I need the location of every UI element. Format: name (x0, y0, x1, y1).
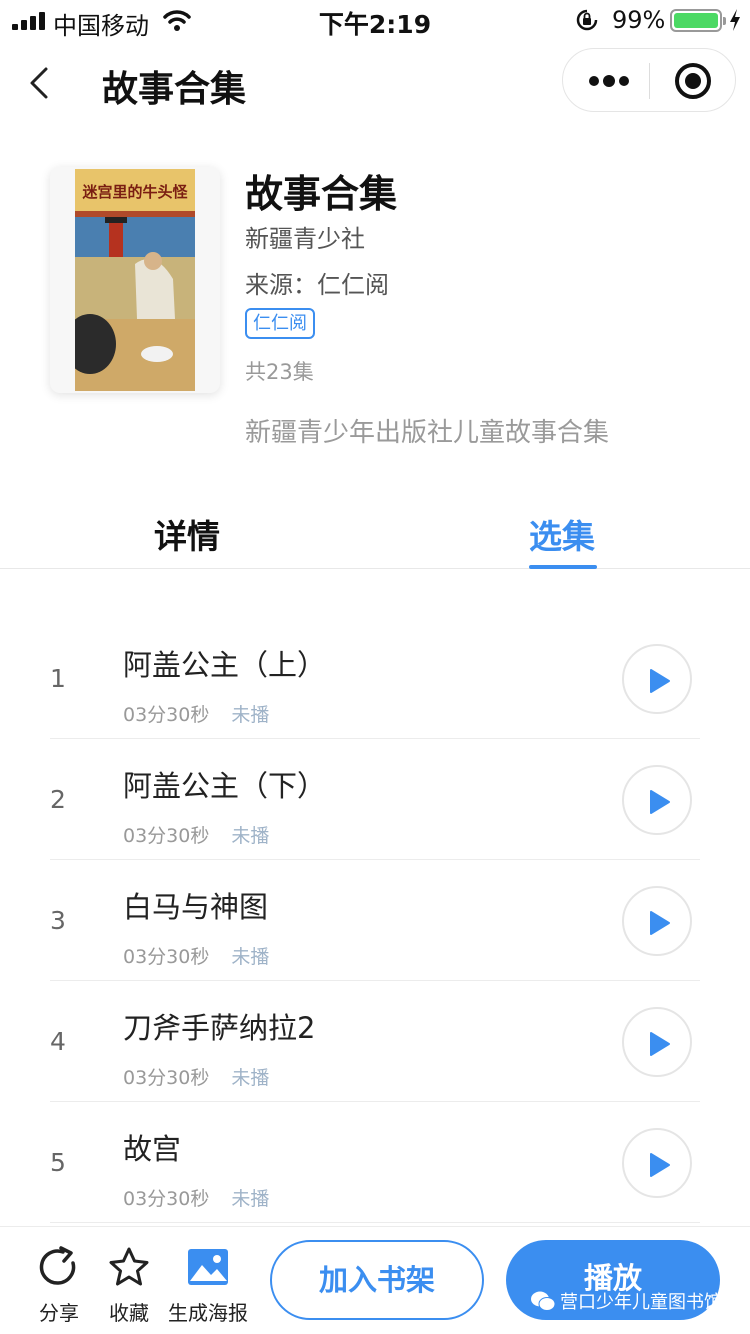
tab-bar: 详情 选集 (0, 500, 750, 569)
star-icon (109, 1247, 149, 1286)
favorite-button[interactable]: 收藏 (106, 1245, 152, 1326)
play-icon (650, 790, 670, 814)
battery-percentage: 99% (612, 6, 666, 34)
book-source: 来源：仁仁阅 (245, 271, 389, 299)
share-icon (39, 1246, 76, 1285)
active-tab-indicator (529, 565, 597, 569)
episode-duration: 03分30秒 (123, 704, 210, 726)
image-icon (188, 1249, 228, 1285)
episode-number: 4 (50, 1027, 66, 1056)
episode-row[interactable]: 3 白马与神图 03分30秒 未播 (50, 860, 700, 981)
back-icon[interactable] (28, 66, 50, 100)
bottom-action-bar: 分享 收藏 生成海报 加入书架 播放 (0, 1226, 750, 1334)
watermark-text: 营口少年儿童图书馆 (560, 1292, 722, 1313)
tab-episodes[interactable]: 选集 (529, 510, 595, 558)
episode-meta: 03分30秒 未播 (123, 1184, 269, 1211)
episode-duration: 03分30秒 (123, 1067, 210, 1089)
episode-title: 阿盖公主（下） (123, 769, 327, 803)
share-label: 分享 (39, 1301, 79, 1325)
add-to-shelf-button[interactable]: 加入书架 (270, 1240, 484, 1320)
episode-status: 未播 (231, 946, 270, 968)
episode-number: 2 (50, 785, 66, 814)
play-icon (650, 669, 670, 693)
episode-row[interactable]: 2 阿盖公主（下） 03分30秒 未播 (50, 739, 700, 860)
book-cover: 迷宫里的牛头怪 (50, 167, 220, 393)
episode-meta: 03分30秒 未播 (123, 700, 269, 727)
cover-image: 迷宫里的牛头怪 (75, 169, 195, 391)
episode-count: 共23集 (245, 360, 314, 384)
episode-meta: 03分30秒 未播 (123, 942, 269, 969)
episode-title: 阿盖公主（上） (123, 648, 327, 682)
episode-number: 5 (50, 1148, 66, 1177)
episode-status: 未播 (231, 1188, 270, 1210)
episode-duration: 03分30秒 (123, 825, 210, 847)
episode-status: 未播 (231, 825, 270, 847)
episode-duration: 03分30秒 (123, 1188, 210, 1210)
episode-status: 未播 (231, 704, 270, 726)
charging-icon (730, 9, 740, 31)
page-title: 故事合集 (102, 69, 247, 110)
book-publisher: 新疆青少社 (245, 225, 365, 253)
watermark: 营口少年儿童图书馆 (530, 1288, 722, 1314)
close-miniprogram-icon[interactable] (675, 63, 711, 99)
book-description: 新疆青少年出版社儿童故事合集 (245, 418, 610, 448)
episode-row[interactable]: 5 故宫 03分30秒 未播 (50, 1102, 700, 1223)
play-icon (650, 1153, 670, 1177)
play-button[interactable] (622, 886, 692, 956)
play-icon (650, 911, 670, 935)
wechat-icon (531, 1291, 556, 1311)
play-button[interactable] (622, 1128, 692, 1198)
episode-number: 1 (50, 664, 66, 693)
episode-row[interactable]: 1 阿盖公主（上） 03分30秒 未播 (50, 618, 700, 739)
miniprogram-capsule (562, 48, 736, 112)
play-button[interactable] (622, 1007, 692, 1077)
episode-meta: 03分30秒 未播 (123, 821, 269, 848)
episode-title: 故宫 (123, 1132, 182, 1166)
more-icon[interactable] (589, 71, 631, 91)
generate-poster-button[interactable]: 生成海报 (168, 1245, 248, 1326)
capsule-divider (649, 63, 650, 99)
poster-label: 生成海报 (168, 1301, 248, 1325)
book-title: 故事合集 (245, 172, 398, 216)
nav-bar: 故事合集 (0, 40, 750, 128)
tab-details[interactable]: 详情 (154, 510, 220, 558)
play-button[interactable] (622, 765, 692, 835)
play-icon (650, 1032, 670, 1056)
battery-icon (670, 9, 726, 32)
episode-status: 未播 (231, 1067, 270, 1089)
play-button[interactable] (622, 644, 692, 714)
episode-number: 3 (50, 906, 66, 935)
source-tag: 仁仁阅 (245, 308, 315, 339)
favorite-label: 收藏 (109, 1301, 149, 1325)
cover-title: 迷宫里的牛头怪 (81, 183, 188, 201)
episode-title: 刀斧手萨纳拉2 (123, 1011, 316, 1045)
episode-meta: 03分30秒 未播 (123, 1063, 269, 1090)
share-button[interactable]: 分享 (36, 1245, 82, 1326)
episode-title: 白马与神图 (123, 890, 269, 924)
rotation-lock-icon (576, 9, 598, 31)
episode-duration: 03分30秒 (123, 946, 210, 968)
status-bar: 中国移动 下午2:19 99% (0, 0, 750, 40)
episode-row[interactable]: 4 刀斧手萨纳拉2 03分30秒 未播 (50, 981, 700, 1102)
